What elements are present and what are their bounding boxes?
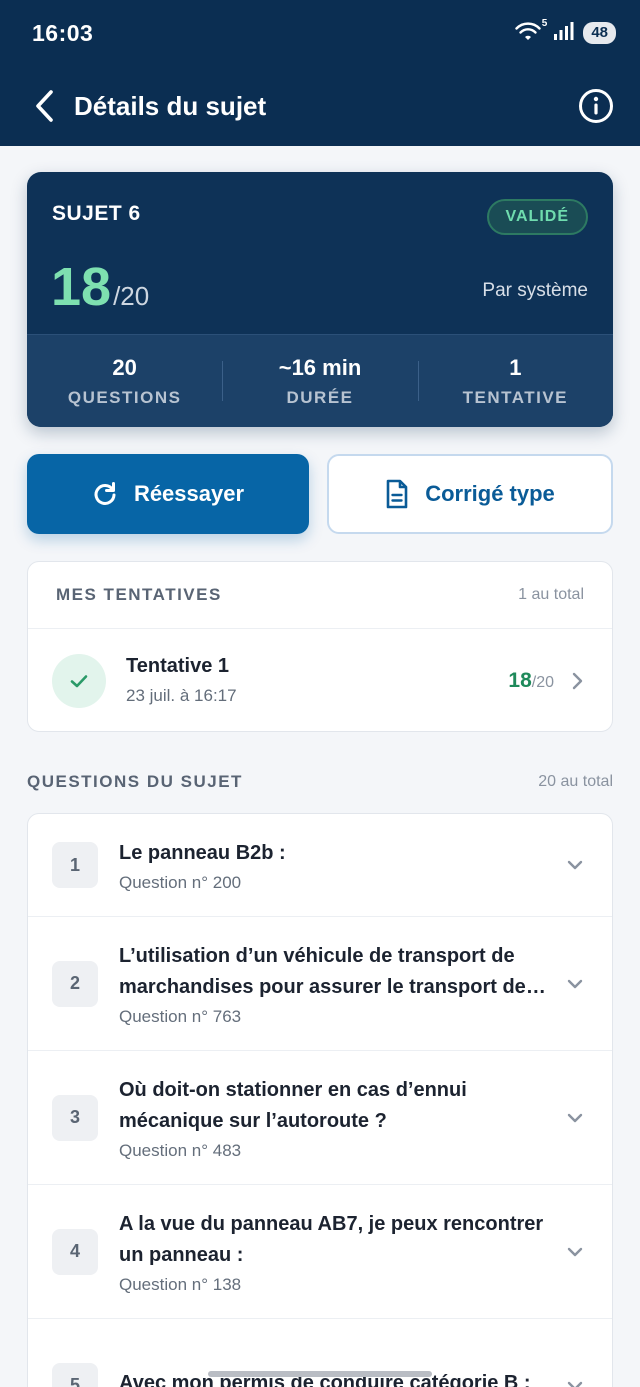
question-row[interactable]: 1 Le panneau B2b : Question n° 200 [28, 814, 612, 917]
chevron-down-icon [567, 979, 583, 988]
question-number: 3 [52, 1094, 98, 1141]
attempts-count: 1 au total [518, 586, 584, 603]
stat-value: 20 [112, 354, 137, 380]
question-title: L’utilisation d’un véhicule de transport… [119, 944, 526, 998]
info-button[interactable] [576, 86, 616, 126]
subject-label: SUJET 6 [52, 202, 141, 225]
status-badge: VALIDÉ [486, 199, 588, 235]
score-card: SUJET 6 VALIDÉ 18 /20 Par système 20 QUE… [27, 172, 613, 427]
stat-value: 1 [509, 354, 522, 380]
question-id: Question n° 200 [119, 872, 242, 892]
stat-questions: 20 QUESTIONS [27, 355, 222, 408]
stat-label: TENTATIVE [462, 387, 569, 407]
score-value: 18 [51, 257, 112, 317]
chevron-right-icon [572, 672, 583, 689]
attempt-text: Tentative 1 23 juil. à 16:17 [126, 655, 237, 706]
battery-indicator: 48 [583, 22, 616, 44]
question-text: L’utilisation d’un véhicule de transport… [119, 941, 552, 1027]
stat-attempts: 1 TENTATIVE [417, 354, 613, 408]
chevron-down-icon [567, 1381, 583, 1387]
document-icon [386, 479, 408, 509]
question-number: 4 [52, 1228, 98, 1275]
corrige-label: Corrigé type [425, 481, 555, 506]
signal-icon [553, 21, 575, 46]
corrige-type-button[interactable]: Corrigé type [327, 454, 613, 534]
info-icon [579, 89, 613, 123]
attempt-score-value: 18 [508, 668, 532, 692]
attempt-row[interactable]: Tentative 1 23 juil. à 16:17 18 /20 [28, 629, 612, 731]
score-total: /20 [113, 281, 150, 311]
question-row[interactable]: 3 Où doit-on stationner en cas d’ennui m… [28, 1051, 612, 1185]
question-text: Où doit-on stationner en cas d’ennui méc… [119, 1075, 552, 1161]
question-number: 5 [52, 1362, 98, 1387]
home-indicator[interactable] [208, 1371, 432, 1377]
question-id: Question n° 138 [119, 1274, 242, 1294]
score: 18 /20 [51, 256, 149, 318]
graded-by: Par système [482, 280, 588, 301]
question-number: 2 [52, 960, 98, 1007]
chevron-down-icon [567, 1113, 583, 1122]
stats-row: 20 QUESTIONS ~16 min DURÉE 1 TENTATIVE [27, 334, 613, 427]
refresh-icon [94, 482, 116, 505]
stat-duration: ~16 min DURÉE [222, 355, 417, 408]
back-button[interactable] [24, 86, 64, 126]
questions-count: 20 au total [538, 773, 613, 790]
question-id: Question n° 763 [119, 1006, 242, 1026]
app-bar: Détails du sujet [0, 66, 640, 146]
attempt-score-total: /20 [531, 673, 554, 691]
question-text: Le panneau B2b : Question n° 200 [119, 838, 552, 893]
check-icon [52, 653, 106, 708]
chevron-left-icon [36, 90, 53, 122]
attempts-card: MES TENTATIVES 1 au total Tentative 1 23… [27, 561, 613, 732]
attempts-header: MES TENTATIVES 1 au total [28, 562, 612, 629]
questions-title: QUESTIONS DU SUJET [27, 772, 243, 791]
question-row[interactable]: 2 L’utilisation d’un véhicule de transpo… [28, 917, 612, 1051]
question-row[interactable]: 4 A la vue du panneau AB7, je peux renco… [28, 1185, 612, 1319]
attempt-score: 18 /20 [508, 669, 554, 693]
chevron-down-icon [567, 1247, 583, 1256]
wifi-badge: 5 [541, 18, 548, 29]
wifi-icon: 5 [515, 18, 547, 44]
status-bar: 16:03 5 48 [0, 0, 640, 66]
top-bar: 16:03 5 48 Détails du sujet [0, 0, 640, 146]
questions-header: QUESTIONS DU SUJET 20 au total [27, 772, 613, 792]
attempt-date: 23 juil. à 16:17 [126, 686, 237, 705]
attempt-title: Tentative 1 [126, 655, 229, 677]
chevron-down-icon [567, 860, 583, 870]
retry-button[interactable]: Réessayer [27, 454, 309, 534]
status-time: 16:03 [32, 19, 94, 46]
action-buttons: Réessayer Corrigé type [27, 454, 613, 534]
question-title: A la vue du panneau AB7, je peux rencont… [119, 1212, 544, 1266]
status-icons: 5 48 [515, 18, 616, 46]
stat-label: QUESTIONS [67, 387, 182, 407]
question-number: 1 [52, 842, 98, 888]
retry-label: Réessayer [133, 481, 245, 506]
attempts-title: MES TENTATIVES [56, 585, 222, 604]
question-text: A la vue du panneau AB7, je peux rencont… [119, 1209, 552, 1295]
stat-label: DURÉE [286, 387, 354, 407]
question-title: Le panneau B2b : [119, 841, 286, 864]
stat-value: ~16 min [278, 354, 362, 380]
questions-list: 1 Le panneau B2b : Question n° 200 2 L’u… [27, 813, 613, 1387]
question-title: Où doit-on stationner en cas d’ennui méc… [119, 1078, 467, 1132]
page-title: Détails du sujet [74, 90, 267, 121]
question-id: Question n° 483 [119, 1140, 242, 1160]
